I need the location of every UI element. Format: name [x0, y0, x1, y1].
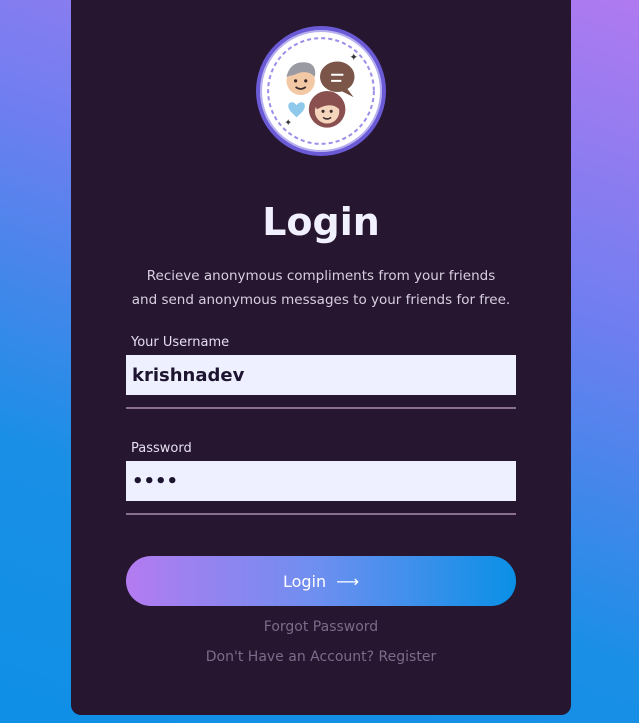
svg-text:✦: ✦ — [284, 119, 292, 129]
page-title: Login — [262, 200, 380, 244]
password-underline — [126, 513, 516, 515]
app-logo: ✦ ✦ — [256, 26, 386, 156]
forgot-password-link[interactable]: Forgot Password — [71, 619, 571, 635]
username-underline — [126, 407, 516, 409]
username-input[interactable] — [126, 355, 516, 395]
subtitle-line-1: Recieve anonymous compliments from your … — [146, 268, 496, 284]
username-label: Your Username — [131, 335, 230, 350]
login-button-label: Login — [282, 571, 327, 591]
svg-text:✦: ✦ — [349, 53, 358, 64]
subtitle-line-2: and send anonymous messages to your frie… — [131, 292, 511, 308]
register-link[interactable]: Don't Have an Account? Register — [71, 649, 571, 665]
friends-icon: ✦ ✦ — [266, 36, 376, 146]
login-button[interactable]: Login ⟶ — [126, 556, 516, 606]
arrow-right-icon: ⟶ — [336, 571, 360, 591]
password-label: Password — [131, 441, 192, 456]
page-subtitle: Recieve anonymous compliments from your … — [96, 264, 546, 312]
password-input[interactable] — [126, 461, 516, 501]
